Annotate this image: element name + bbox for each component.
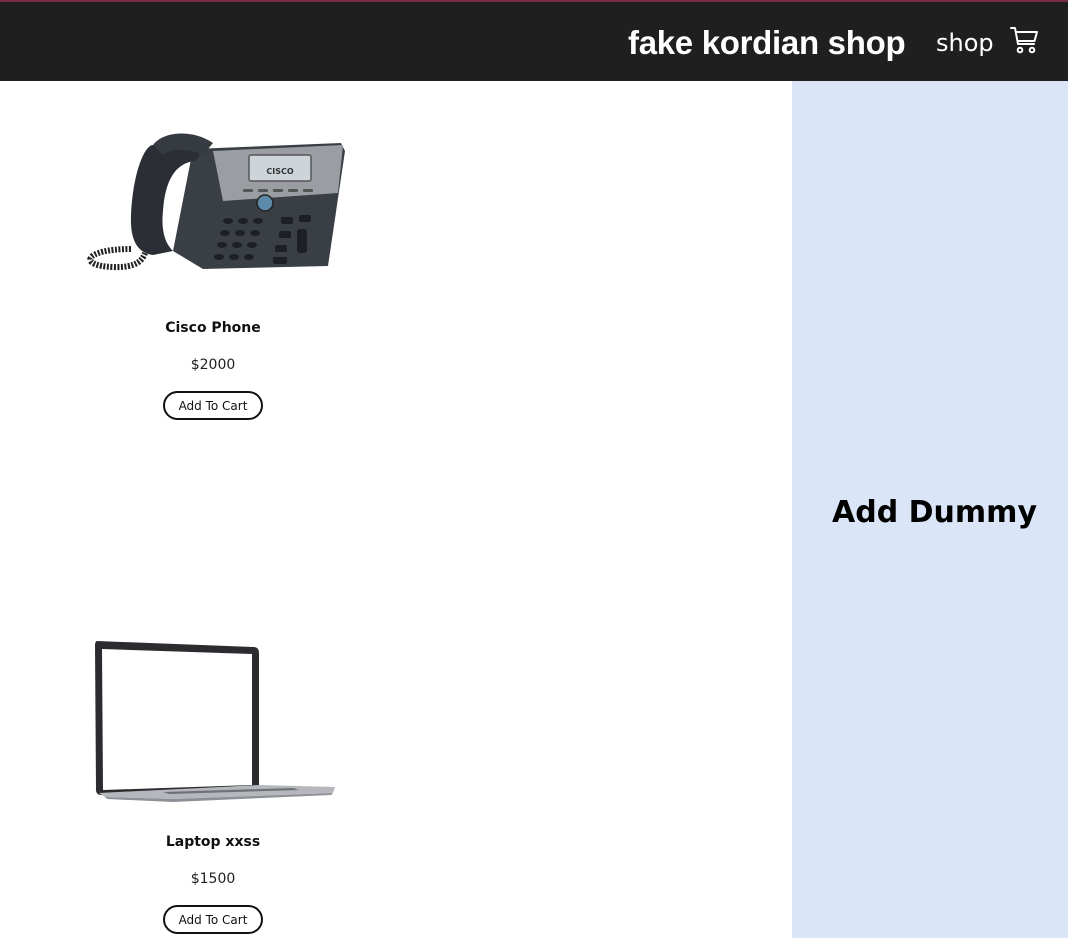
brand-logo[interactable]: fake kordian shop <box>628 24 906 62</box>
add-dummy-button[interactable]: Add Dummy <box>792 495 1068 530</box>
svg-text:CISCO: CISCO <box>266 167 293 176</box>
nav-link-shop[interactable]: shop <box>936 29 994 57</box>
desk-phone-image: CISCO <box>87 133 345 271</box>
top-navbar: fake kordian shop shop <box>0 0 1068 81</box>
laptop-image <box>95 641 335 802</box>
product-price: $1500 <box>190 871 236 887</box>
add-to-cart-button[interactable]: Add To Cart <box>163 905 263 934</box>
product-price: $2000 <box>190 357 236 373</box>
add-to-cart-button[interactable]: Add To Cart <box>163 391 263 420</box>
product-name: Cisco Phone <box>165 320 261 336</box>
product-list: CISCO Cisco Phone $2000 Add To Cart Lapt… <box>0 81 792 938</box>
product-name: Laptop xxss <box>165 834 261 850</box>
shopping-cart-icon[interactable] <box>1009 25 1039 55</box>
sidebar-panel: Add Dummy <box>792 81 1068 938</box>
